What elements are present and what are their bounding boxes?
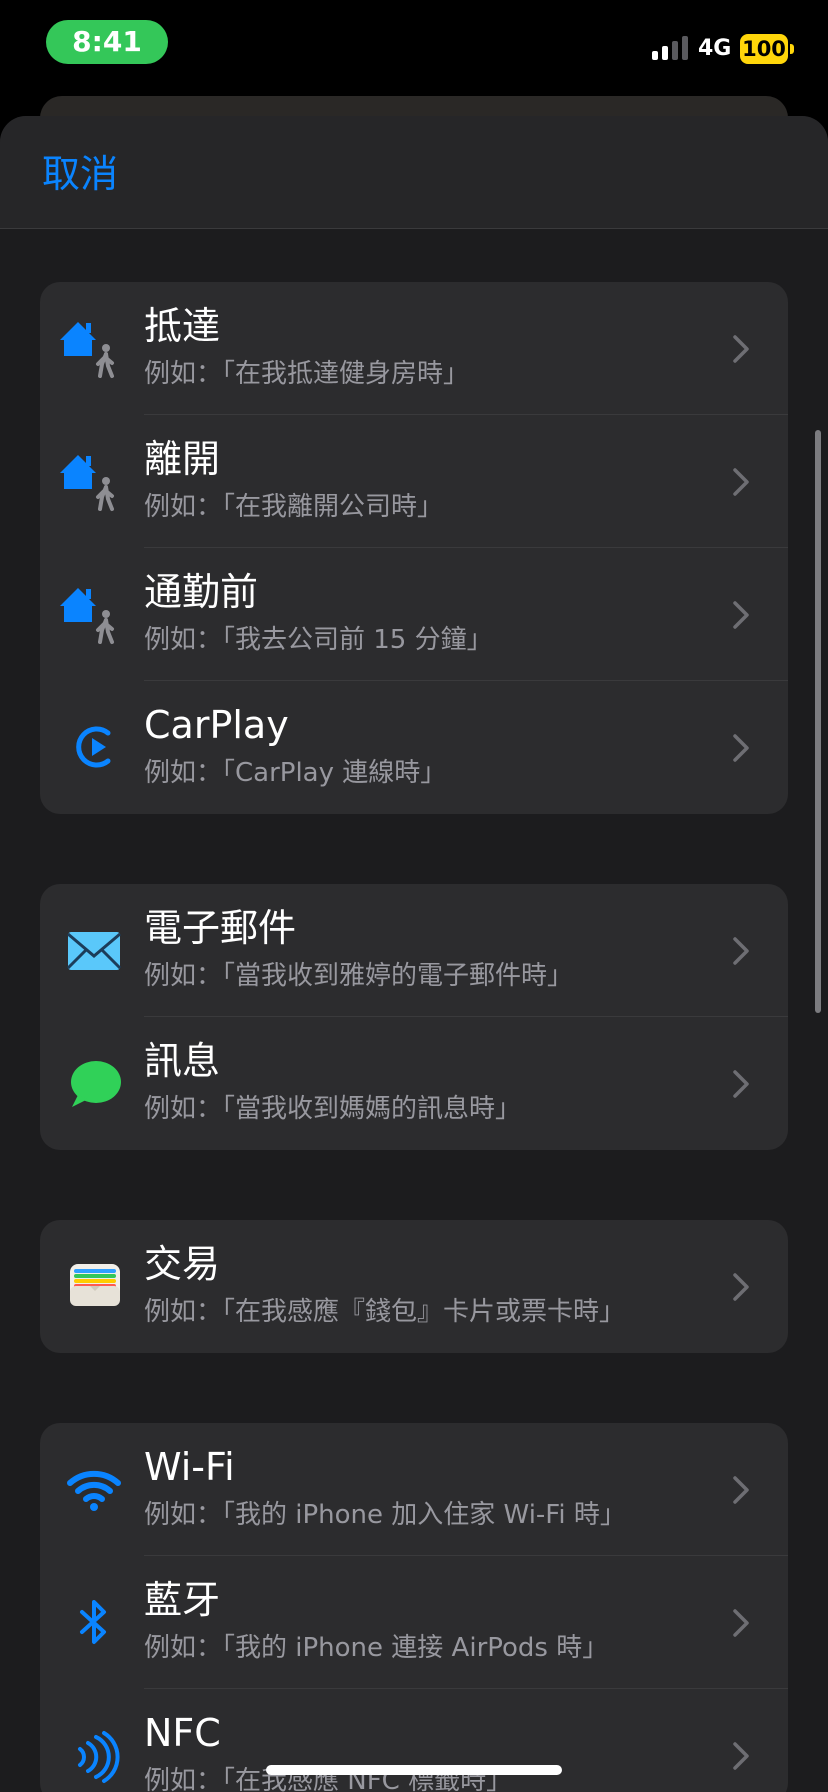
carplay-icon: [56, 707, 136, 787]
home-person-icon: [56, 308, 136, 388]
chevron-right-icon: [733, 1476, 749, 1504]
trigger-title: 抵達: [144, 304, 221, 348]
chevron-right-icon: [733, 335, 749, 363]
trigger-subtitle: 例如：「當我收到媽媽的訊息時」: [144, 1094, 522, 1124]
trigger-title: 通勤前: [144, 570, 259, 614]
chevron-right-icon: [733, 1273, 749, 1301]
trigger-row-email[interactable]: 電子郵件 例如：「當我收到雅婷的電子郵件時」: [40, 884, 788, 1017]
screen: 8:41 4G 100 取消 抵達 例如：「在我抵達健身房時」 離開 例如：「在…: [0, 0, 828, 1792]
wallet-icon: [56, 1246, 136, 1326]
trigger-subtitle: 例如：「當我收到雅婷的電子郵件時」: [144, 961, 574, 991]
trigger-subtitle: 例如：「我的 iPhone 加入住家 Wi-Fi 時」: [144, 1500, 626, 1530]
home-person-icon: [56, 574, 136, 654]
chevron-right-icon: [733, 937, 749, 965]
trigger-title: 訊息: [144, 1039, 221, 1083]
trigger-title: 藍牙: [144, 1578, 221, 1622]
trigger-row-before-commute[interactable]: 通勤前 例如：「我去公司前 15 分鐘」: [40, 548, 788, 681]
cellular-signal-icon: [652, 36, 690, 60]
cancel-button[interactable]: 取消: [42, 150, 118, 198]
trigger-subtitle: 例如：「在我抵達健身房時」: [144, 359, 470, 389]
trigger-row-message[interactable]: 訊息 例如：「當我收到媽媽的訊息時」: [40, 1017, 788, 1150]
trigger-subtitle: 例如：「我去公司前 15 分鐘」: [144, 625, 493, 655]
trigger-title: 電子郵件: [144, 906, 297, 950]
trigger-row-nfc[interactable]: NFC 例如：「在我感應 NFC 標籤時」: [40, 1689, 788, 1792]
connection-triggers-group: Wi-Fi 例如：「我的 iPhone 加入住家 Wi-Fi 時」 藍牙 例如：…: [40, 1423, 788, 1792]
chevron-right-icon: [733, 468, 749, 496]
status-time[interactable]: 8:41: [46, 20, 168, 64]
chevron-right-icon: [733, 1742, 749, 1770]
chevron-right-icon: [733, 601, 749, 629]
status-bar: 8:41 4G 100: [0, 0, 828, 96]
trigger-row-transaction[interactable]: 交易 例如：「在我感應『錢包』卡片或票卡時」: [40, 1220, 788, 1353]
trigger-title: CarPlay: [144, 703, 289, 747]
trigger-subtitle: 例如：「在我離開公司時」: [144, 492, 444, 522]
communication-triggers-group: 電子郵件 例如：「當我收到雅婷的電子郵件時」 訊息 例如：「當我收到媽媽的訊息時…: [40, 884, 788, 1150]
chevron-right-icon: [733, 1609, 749, 1637]
trigger-subtitle: 例如：「在我感應『錢包』卡片或票卡時」: [144, 1297, 626, 1327]
chevron-right-icon: [733, 1070, 749, 1098]
battery-icon: 100: [740, 34, 788, 64]
trigger-title: 交易: [144, 1242, 221, 1286]
trigger-row-leave[interactable]: 離開 例如：「在我離開公司時」: [40, 415, 788, 548]
trigger-title: 離開: [144, 437, 221, 481]
wallet-triggers-group: 交易 例如：「在我感應『錢包』卡片或票卡時」: [40, 1220, 788, 1353]
wifi-icon: [56, 1449, 136, 1529]
network-type: 4G: [698, 36, 732, 61]
home-indicator[interactable]: [266, 1765, 562, 1775]
trigger-row-wifi[interactable]: Wi-Fi 例如：「我的 iPhone 加入住家 Wi-Fi 時」: [40, 1423, 788, 1556]
trigger-row-arrive[interactable]: 抵達 例如：「在我抵達健身房時」: [40, 282, 788, 415]
battery-tip: [790, 44, 794, 54]
bluetooth-icon: [56, 1582, 136, 1662]
mail-icon: [56, 910, 136, 990]
message-icon: [56, 1043, 136, 1123]
trigger-title: Wi-Fi: [144, 1445, 235, 1489]
trigger-row-carplay[interactable]: CarPlay 例如：「CarPlay 連線時」: [40, 681, 788, 814]
trigger-row-bluetooth[interactable]: 藍牙 例如：「我的 iPhone 連接 AirPods 時」: [40, 1556, 788, 1689]
trigger-subtitle: 例如：「CarPlay 連線時」: [144, 758, 447, 788]
trigger-title: NFC: [144, 1711, 221, 1755]
trigger-subtitle: 例如：「我的 iPhone 連接 AirPods 時」: [144, 1633, 609, 1663]
sheet-header: 取消: [0, 116, 828, 229]
scroll-indicator[interactable]: [815, 430, 821, 1013]
home-person-icon: [56, 441, 136, 521]
chevron-right-icon: [733, 734, 749, 762]
location-triggers-group: 抵達 例如：「在我抵達健身房時」 離開 例如：「在我離開公司時」 通勤前 例如：…: [40, 282, 788, 814]
nfc-icon: [56, 1715, 136, 1792]
trigger-picker-sheet: 取消 抵達 例如：「在我抵達健身房時」 離開 例如：「在我離開公司時」 通勤前 …: [0, 116, 828, 1792]
